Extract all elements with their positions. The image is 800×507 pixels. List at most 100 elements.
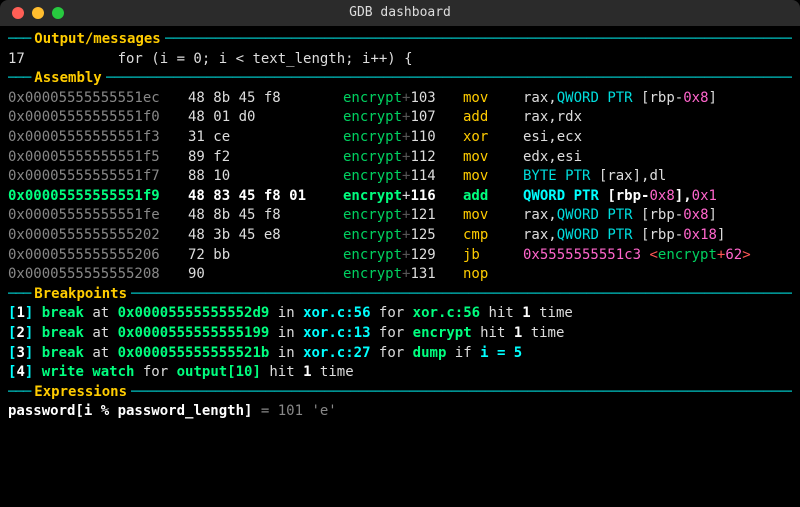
asm-address: 0x0000555555555208 [8, 265, 188, 285]
section-header-breakpoints: ─── Breakpoints ────────────────────────… [8, 285, 792, 305]
expression-row: password[i % password_length] = 101 'e' [8, 402, 792, 422]
asm-operands: QWORD PTR [rbp-0x8],0x1 [523, 187, 792, 207]
breakpoint-address: 0x000055555555521b [118, 345, 270, 361]
asm-symbol: encrypt+103 [343, 89, 463, 109]
breakpoint-index: 1 [16, 305, 24, 321]
expression-lhs: password[i % password_length] [8, 403, 252, 419]
breakpoint-address: 0x0000555555555199 [118, 325, 270, 341]
asm-address: 0x0000555555555202 [8, 226, 188, 246]
asm-row: 0x00005555555551f5 89 f2 encrypt+112 mov… [8, 148, 792, 168]
minimize-icon[interactable] [32, 7, 44, 19]
asm-operands: edx,esi [523, 148, 792, 168]
breakpoint-kind: break [42, 305, 84, 321]
breakpoint-hit-count: 1 [303, 364, 311, 380]
asm-operands: rax,QWORD PTR [rbp-0x8] [523, 89, 792, 109]
asm-operands: rax,QWORD PTR [rbp-0x8] [523, 206, 792, 226]
section-label-output: Output/messages [30, 30, 164, 50]
asm-operands: 0x5555555551c3 <encrypt+62> [523, 246, 792, 266]
close-icon[interactable] [12, 7, 24, 19]
asm-symbol: encrypt+110 [343, 128, 463, 148]
asm-mnemonic: mov [463, 206, 523, 226]
asm-mnemonic: cmp [463, 226, 523, 246]
asm-mnemonic: add [463, 187, 523, 207]
breakpoint-for: encrypt [413, 325, 472, 341]
asm-bytes: 48 8b 45 f8 [188, 89, 343, 109]
asm-address: 0x0000555555555206 [8, 246, 188, 266]
expression-rhs: 101 'e' [278, 403, 337, 419]
window-title: GDB dashboard [0, 4, 800, 22]
asm-mnemonic: mov [463, 148, 523, 168]
asm-bytes: 31 ce [188, 128, 343, 148]
breakpoint-location: xor.c:27 [303, 345, 370, 361]
breakpoint-kind: write watch [42, 364, 135, 380]
asm-symbol: encrypt+129 [343, 246, 463, 266]
asm-address: 0x00005555555551f3 [8, 128, 188, 148]
breakpoint-hit-count: 1 [514, 325, 522, 341]
hr-icon: ────────────────────────────────────────… [131, 285, 792, 305]
asm-row: 0x0000555555555206 72 bb encrypt+129 jb … [8, 246, 792, 266]
asm-row: 0x0000555555555208 90 encrypt+131 nop [8, 265, 792, 285]
section-header-assembly: ─── Assembly ───────────────────────────… [8, 69, 792, 89]
breakpoint-row: [2] break at 0x0000555555555199 in xor.c… [8, 324, 792, 344]
terminal-content: ─── Output/messages ────────────────────… [0, 26, 800, 422]
breakpoint-condition: i = 5 [480, 345, 522, 361]
asm-operands [523, 265, 792, 285]
asm-operands: rax,rdx [523, 108, 792, 128]
hr-icon: ────────────────────────────────────────… [106, 69, 792, 89]
asm-mnemonic: nop [463, 265, 523, 285]
asm-symbol: encrypt+121 [343, 206, 463, 226]
breakpoint-location: xor.c:56 [303, 305, 370, 321]
asm-symbol: encrypt+131 [343, 265, 463, 285]
asm-bytes: 72 bb [188, 246, 343, 266]
source-line: 17 for (i = 0; i < text_length; i++) { [8, 50, 792, 70]
asm-bytes: 89 f2 [188, 148, 343, 168]
breakpoint-location: xor.c:13 [303, 325, 370, 341]
maximize-icon[interactable] [52, 7, 64, 19]
section-header-expressions: ─── Expressions ────────────────────────… [8, 383, 792, 403]
breakpoint-kind: break [42, 345, 84, 361]
breakpoint-address: 0x00005555555552d9 [118, 305, 270, 321]
asm-bytes: 48 8b 45 f8 [188, 206, 343, 226]
asm-bytes: 48 01 d0 [188, 108, 343, 128]
section-label-assembly: Assembly [30, 69, 105, 89]
asm-address: 0x00005555555551f0 [8, 108, 188, 128]
asm-mnemonic: mov [463, 167, 523, 187]
breakpoint-for: output[10] [177, 364, 261, 380]
breakpoint-index: 2 [16, 325, 24, 341]
asm-symbol: encrypt+114 [343, 167, 463, 187]
breakpoint-index: 4 [16, 364, 24, 380]
asm-symbol: encrypt+112 [343, 148, 463, 168]
asm-row: 0x00005555555551f9 48 83 45 f8 01 encryp… [8, 187, 792, 207]
asm-operands: rax,QWORD PTR [rbp-0x18] [523, 226, 792, 246]
assembly-listing: 0x00005555555551ec 48 8b 45 f8 encrypt+1… [8, 89, 792, 285]
asm-bytes: 48 83 45 f8 01 [188, 187, 343, 207]
asm-operands: BYTE PTR [rax],dl [523, 167, 792, 187]
hr-icon: ────────────────────────────────────────… [165, 30, 792, 50]
asm-symbol: encrypt+125 [343, 226, 463, 246]
asm-address: 0x00005555555551f7 [8, 167, 188, 187]
asm-mnemonic: add [463, 108, 523, 128]
asm-bytes: 90 [188, 265, 343, 285]
asm-bytes: 48 3b 45 e8 [188, 226, 343, 246]
breakpoint-kind: break [42, 325, 84, 341]
asm-address: 0x00005555555551fe [8, 206, 188, 226]
asm-row: 0x00005555555551f0 48 01 d0 encrypt+107 … [8, 108, 792, 128]
asm-mnemonic: jb [463, 246, 523, 266]
section-label-expressions: Expressions [30, 383, 131, 403]
breakpoint-for: xor.c:56 [413, 305, 480, 321]
expressions-listing: password[i % password_length] = 101 'e' [8, 402, 792, 422]
asm-mnemonic: mov [463, 89, 523, 109]
asm-row: 0x00005555555551f7 88 10 encrypt+114 mov… [8, 167, 792, 187]
asm-symbol: encrypt+107 [343, 108, 463, 128]
asm-row: 0x00005555555551fe 48 8b 45 f8 encrypt+1… [8, 206, 792, 226]
breakpoint-row: [4] write watch for output[10] hit 1 tim… [8, 363, 792, 383]
asm-bytes: 88 10 [188, 167, 343, 187]
asm-row: 0x00005555555551f3 31 ce encrypt+110 xor… [8, 128, 792, 148]
breakpoint-index: 3 [16, 345, 24, 361]
asm-row: 0x00005555555551ec 48 8b 45 f8 encrypt+1… [8, 89, 792, 109]
asm-operands: esi,ecx [523, 128, 792, 148]
asm-row: 0x0000555555555202 48 3b 45 e8 encrypt+1… [8, 226, 792, 246]
asm-address: 0x00005555555551ec [8, 89, 188, 109]
titlebar: GDB dashboard [0, 0, 800, 26]
breakpoint-hit-count: 1 [522, 305, 530, 321]
